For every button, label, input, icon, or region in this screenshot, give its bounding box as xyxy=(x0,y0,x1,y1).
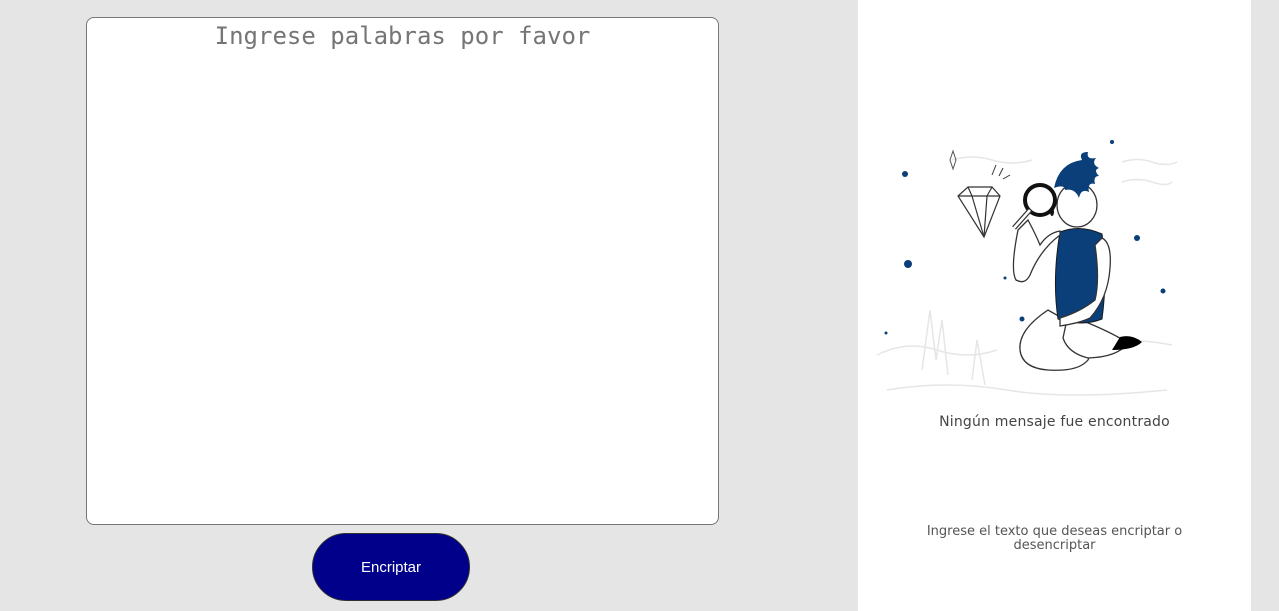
page: Encriptar xyxy=(0,0,1279,611)
output-panel: Ningún mensaje fue encontrado Ingrese el… xyxy=(858,0,1251,611)
text-input[interactable] xyxy=(86,17,719,525)
encrypt-button[interactable]: Encriptar xyxy=(312,533,470,601)
instructions-text: Ingrese el texto que deseas encriptar o … xyxy=(926,524,1183,553)
no-message-text: Ningún mensaje fue encontrado xyxy=(939,414,1170,430)
person-magnifying-glass-icon xyxy=(876,140,1178,396)
